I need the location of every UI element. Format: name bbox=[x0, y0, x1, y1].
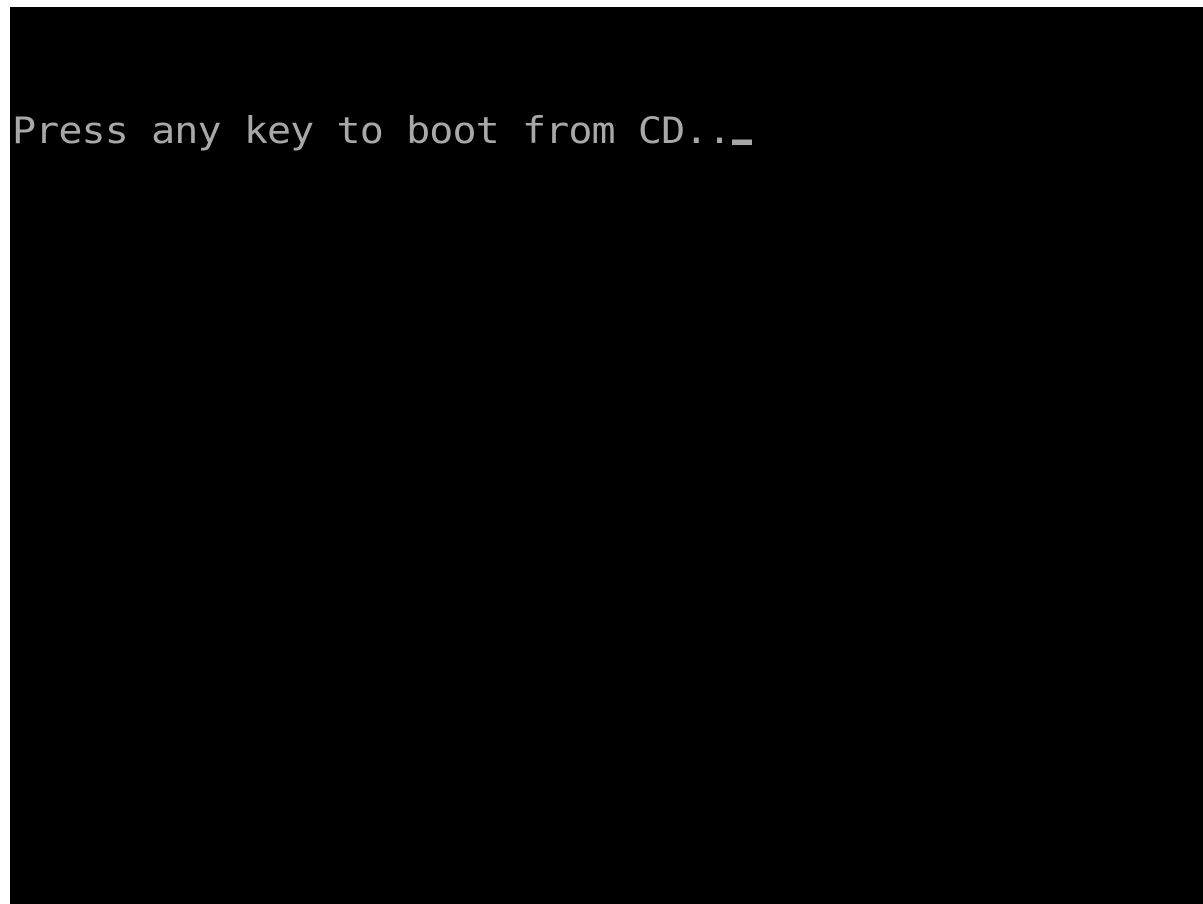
boot-screen[interactable]: Press any key to boot from CD.. bbox=[10, 7, 1203, 904]
boot-prompt-text: Press any key to boot from CD.. bbox=[12, 110, 732, 153]
boot-prompt-line: Press any key to boot from CD.. bbox=[12, 111, 752, 151]
text-cursor-icon bbox=[731, 139, 752, 146]
